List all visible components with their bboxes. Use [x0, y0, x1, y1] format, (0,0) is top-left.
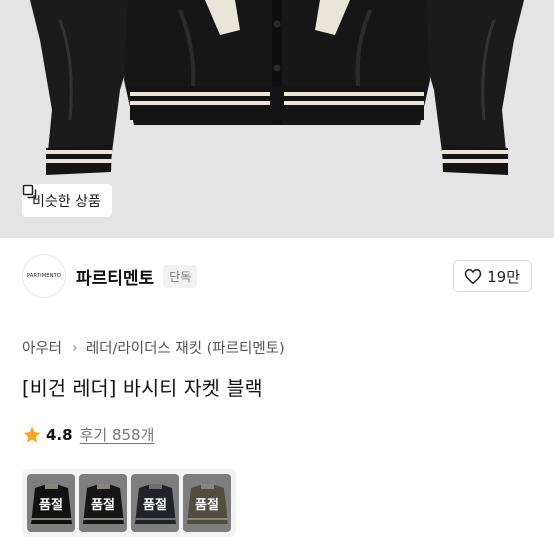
rating-score: 4.8	[46, 425, 73, 444]
like-count: 19만	[487, 267, 520, 286]
similar-products-label: 비슷한 상품	[32, 193, 101, 210]
product-image[interactable]: 비슷한 상품	[0, 0, 554, 238]
color-options: 품절 품절 품절 품절	[22, 469, 236, 537]
color-option-thumbnail[interactable]: 품절	[27, 474, 75, 532]
sold-out-label: 품절	[79, 474, 127, 532]
color-option-thumbnail[interactable]: 품절	[183, 474, 231, 532]
breadcrumb-subcategory[interactable]: 레더/라이더스 재킷 (파르티멘토)	[86, 337, 285, 358]
brand-row: PARTIMENTO 파르티멘토 단독 19만	[22, 251, 532, 301]
sold-out-label: 품절	[131, 474, 179, 532]
like-button[interactable]: 19만	[453, 260, 532, 292]
sold-out-label: 품절	[183, 474, 231, 532]
product-title: [비건 레더] 바시티 자켓 블랙	[22, 377, 263, 400]
star-icon	[23, 426, 41, 442]
review-count-link[interactable]: 후기 858개	[80, 424, 155, 445]
chevron-right-icon: ›	[72, 339, 78, 356]
breadcrumb-category[interactable]: 아우터	[22, 337, 62, 358]
color-option-thumbnail[interactable]: 품절	[131, 474, 179, 532]
breadcrumb: 아우터 › 레더/라이더스 재킷 (파르티멘토)	[22, 337, 285, 358]
brand-name[interactable]: 파르티멘토	[76, 264, 154, 289]
overlapping-squares-icon	[22, 184, 37, 199]
rating-summary: 4.8 후기 858개	[22, 424, 154, 445]
brand-logo[interactable]: PARTIMENTO	[22, 254, 66, 298]
brand-logo-text: PARTIMENTO	[27, 273, 61, 279]
color-option-thumbnail[interactable]: 품절	[79, 474, 127, 532]
exclusive-badge: 단독	[163, 264, 198, 288]
sold-out-label: 품절	[27, 474, 75, 532]
heart-outline-icon	[464, 268, 482, 284]
similar-products-button[interactable]: 비슷한 상품	[22, 184, 112, 217]
